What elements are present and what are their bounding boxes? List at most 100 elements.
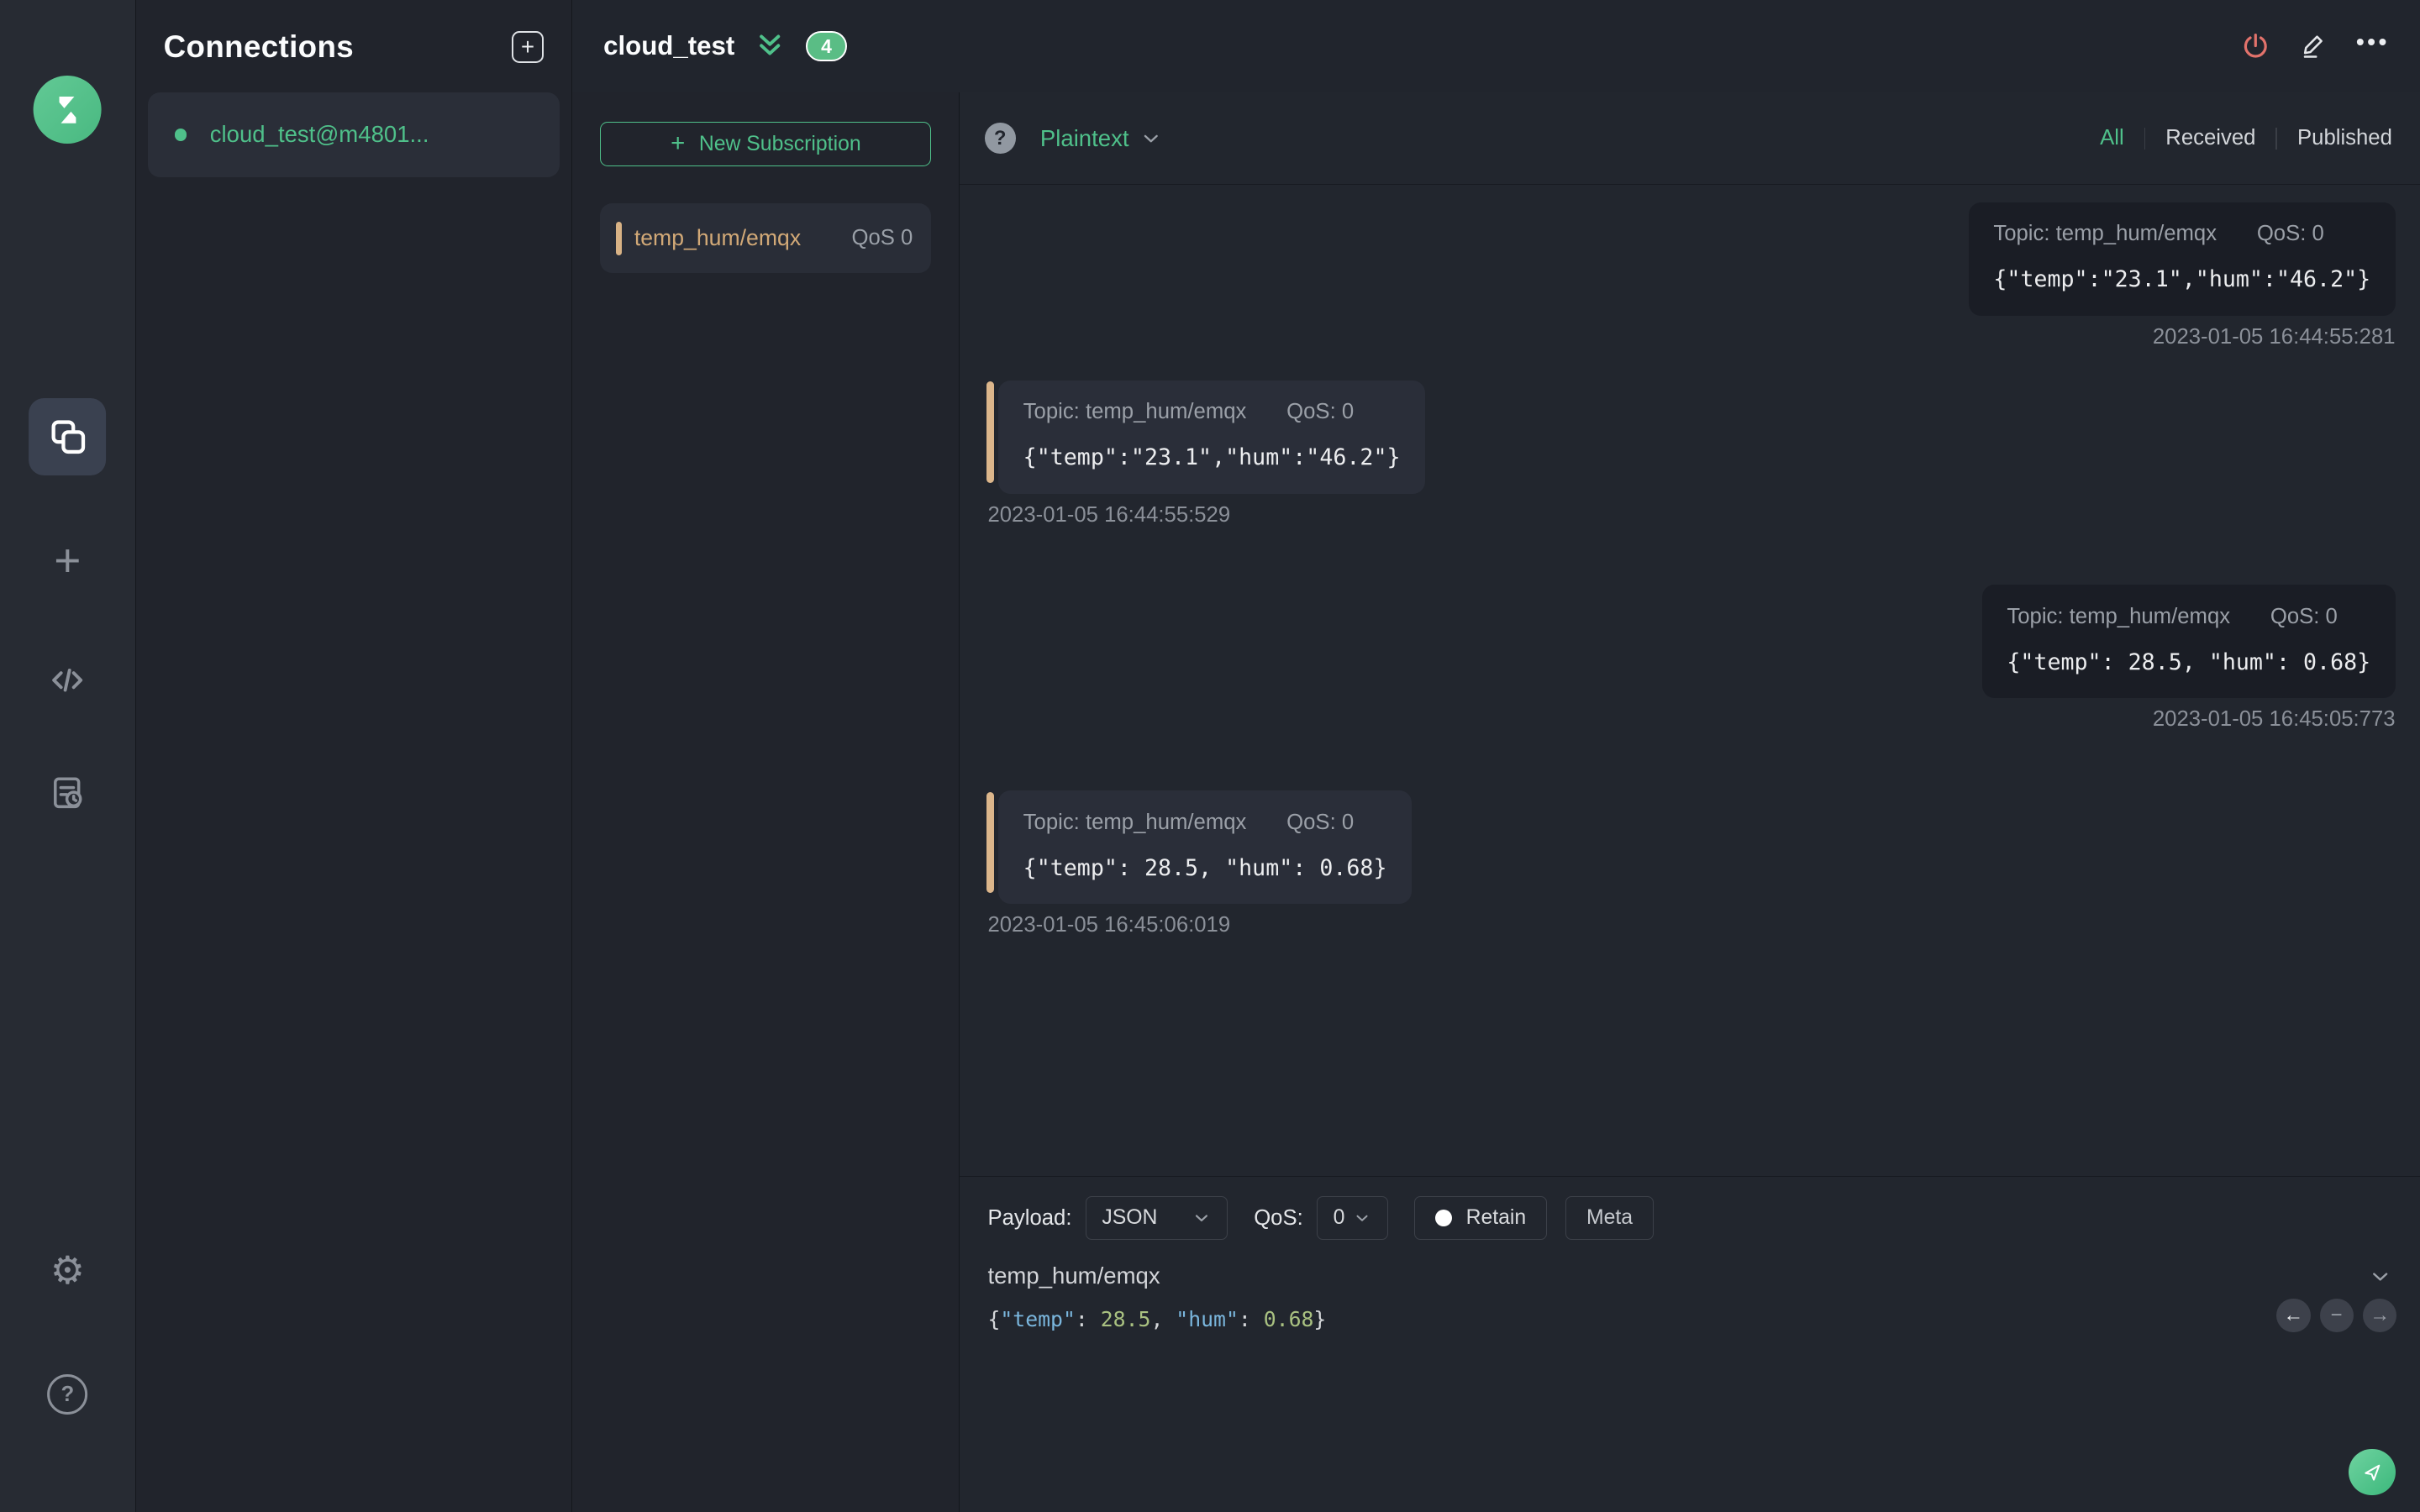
arrow-right-icon: → bbox=[2370, 1303, 2391, 1326]
chevron-down-icon bbox=[1195, 1215, 1207, 1222]
message-list[interactable]: Topic: temp_hum/emqx QoS: 0 {"temp":"23.… bbox=[960, 185, 2420, 1175]
message-color-bar bbox=[986, 791, 994, 894]
disconnect-button[interactable] bbox=[2239, 30, 2272, 63]
filter-all[interactable]: All bbox=[2100, 126, 2124, 150]
chevron-down-icon bbox=[2372, 1273, 2387, 1281]
message-timestamp: 2023-01-05 16:44:55:281 bbox=[2152, 324, 2396, 349]
message-qos: QoS: 0 bbox=[1286, 810, 1355, 834]
payload-editor[interactable]: {"temp": 28.5, "hum": 0.68} bbox=[987, 1307, 2395, 1331]
history-clear-button[interactable]: − bbox=[2319, 1298, 2354, 1333]
send-button[interactable] bbox=[2349, 1448, 2396, 1495]
connections-title: Connections bbox=[163, 29, 355, 64]
subscriptions-column: + New Subscription temp_hum/emqx QoS 0 bbox=[572, 92, 960, 1512]
more-options-button[interactable]: ••• bbox=[2355, 28, 2390, 63]
message-published: Topic: temp_hum/emqx QoS: 0 {"temp": 28.… bbox=[986, 790, 2396, 937]
plus-icon: + bbox=[671, 129, 686, 157]
meta-button[interactable]: Meta bbox=[1565, 1196, 1654, 1240]
message-card: Topic: temp_hum/emqx QoS: 0 {"temp":"23.… bbox=[1968, 202, 2396, 316]
send-plane-icon bbox=[2365, 1464, 2381, 1481]
chevron-down-icon bbox=[1144, 134, 1159, 143]
connected-status-dot bbox=[174, 129, 187, 141]
message-timestamp: 2023-01-05 16:45:06:019 bbox=[987, 913, 1231, 937]
edit-connection-button[interactable] bbox=[2298, 30, 2331, 63]
qos-select[interactable]: 0 bbox=[1317, 1196, 1388, 1240]
mqttx-app: + ⚙ ? Connections + cloud_test@m4801... … bbox=[0, 0, 2420, 1512]
message-payload: {"temp":"23.1","hum":"46.2"} bbox=[1993, 266, 2371, 293]
log-icon bbox=[54, 777, 82, 809]
nav-connections[interactable] bbox=[29, 397, 107, 475]
retain-dot-icon bbox=[1434, 1210, 1453, 1227]
message-qos: QoS: 0 bbox=[2270, 604, 2338, 628]
nav-new-connection[interactable]: + bbox=[54, 533, 81, 587]
plus-icon: + bbox=[521, 34, 535, 60]
filter-published[interactable]: Published bbox=[2297, 126, 2392, 150]
message-qos: QoS: 0 bbox=[1286, 400, 1355, 424]
filter-received[interactable]: Received bbox=[2165, 126, 2255, 150]
power-icon bbox=[2244, 33, 2267, 58]
subscription-color-bar bbox=[615, 221, 623, 255]
mqttx-logo bbox=[33, 75, 102, 144]
collapse-connection-button[interactable] bbox=[753, 29, 786, 63]
message-timestamp: 2023-01-05 16:45:05:773 bbox=[2152, 707, 2396, 732]
question-icon: ? bbox=[993, 126, 1007, 150]
message-count-badge[interactable]: 4 bbox=[805, 30, 848, 62]
double-chevron-down-icon bbox=[760, 34, 781, 55]
message-topic: Topic: temp_hum/emqx bbox=[1993, 222, 2217, 246]
code-icon bbox=[52, 669, 83, 692]
message-payload: {"temp":"23.1","hum":"46.2"} bbox=[1023, 444, 1401, 471]
history-prev-button[interactable]: ← bbox=[2276, 1298, 2311, 1333]
history-pager: ← − → bbox=[2276, 1298, 2397, 1333]
history-next-button[interactable]: → bbox=[2362, 1298, 2397, 1333]
gear-icon: ⚙ bbox=[50, 1248, 85, 1293]
message-received: Topic: temp_hum/emqx QoS: 0 {"temp":"23.… bbox=[986, 202, 2396, 349]
message-card: Topic: temp_hum/emqx QoS: 0 {"temp":"23.… bbox=[998, 380, 1425, 494]
payload-format-help-button[interactable]: ? bbox=[984, 123, 1016, 155]
new-subscription-button[interactable]: + New Subscription bbox=[600, 122, 932, 167]
message-topic: Topic: temp_hum/emqx bbox=[1023, 400, 1247, 424]
arrow-left-icon: ← bbox=[2283, 1303, 2304, 1326]
nav-script[interactable] bbox=[45, 657, 91, 703]
messages-pane: ? Plaintext All Received Published Topic… bbox=[960, 92, 2420, 1512]
publish-panel: Payload: JSON QoS: 0 Retain Meta temp_hu… bbox=[960, 1175, 2420, 1512]
message-color-bar bbox=[986, 381, 994, 484]
message-payload: {"temp": 28.5, "hum": 0.68} bbox=[2007, 648, 2371, 675]
connections-panel: Connections + cloud_test@m4801... bbox=[135, 0, 573, 1512]
subscription-item[interactable]: temp_hum/emqx QoS 0 bbox=[600, 203, 932, 274]
nav-settings[interactable]: ⚙ bbox=[45, 1248, 91, 1294]
message-card: Topic: temp_hum/emqx QoS: 0 {"temp": 28.… bbox=[1982, 584, 2396, 699]
connection-title: cloud_test bbox=[603, 31, 735, 61]
message-qos: QoS: 0 bbox=[2256, 222, 2324, 246]
retain-toggle[interactable]: Retain bbox=[1413, 1196, 1548, 1240]
nav-log[interactable] bbox=[45, 770, 91, 816]
nav-help[interactable]: ? bbox=[47, 1374, 88, 1415]
collapse-editor-button[interactable] bbox=[2368, 1264, 2392, 1289]
ellipsis-icon: ••• bbox=[2355, 28, 2390, 55]
question-icon: ? bbox=[60, 1382, 75, 1406]
message-timestamp: 2023-01-05 16:44:55:529 bbox=[987, 502, 1231, 527]
payload-format-select[interactable]: JSON bbox=[1086, 1196, 1228, 1240]
mqttx-logo-icon bbox=[59, 96, 76, 123]
minus-icon: − bbox=[2330, 1303, 2343, 1326]
message-filters: All Received Published bbox=[2100, 126, 2392, 150]
plus-icon: + bbox=[54, 534, 82, 587]
message-payload: {"temp": 28.5, "hum": 0.68} bbox=[1023, 854, 1387, 881]
payload-label: Payload: bbox=[987, 1205, 1072, 1230]
connection-item[interactable]: cloud_test@m4801... bbox=[148, 92, 560, 177]
connections-icon bbox=[51, 420, 85, 454]
connection-name: cloud_test@m4801... bbox=[209, 121, 429, 148]
publish-topic-input[interactable]: temp_hum/emqx bbox=[987, 1263, 2367, 1289]
qos-label: QoS: bbox=[1254, 1205, 1303, 1230]
subscription-topic: temp_hum/emqx bbox=[634, 225, 802, 251]
message-received: Topic: temp_hum/emqx QoS: 0 {"temp": 28.… bbox=[986, 584, 2396, 732]
filter-divider bbox=[2144, 127, 2146, 150]
message-topic: Topic: temp_hum/emqx bbox=[1023, 810, 1247, 834]
messages-toolbar: ? Plaintext All Received Published bbox=[960, 92, 2420, 186]
add-connection-button[interactable]: + bbox=[511, 30, 544, 64]
edit-pencil-icon bbox=[2303, 35, 2323, 58]
message-topic: Topic: temp_hum/emqx bbox=[2007, 604, 2231, 628]
message-format-select[interactable]: Plaintext bbox=[1040, 125, 1163, 152]
main-header: cloud_test 4 ••• bbox=[572, 0, 2420, 92]
message-card: Topic: temp_hum/emqx QoS: 0 {"temp": 28.… bbox=[998, 790, 1412, 905]
subscription-qos: QoS 0 bbox=[851, 226, 913, 250]
chevron-down-icon bbox=[1356, 1215, 1368, 1221]
